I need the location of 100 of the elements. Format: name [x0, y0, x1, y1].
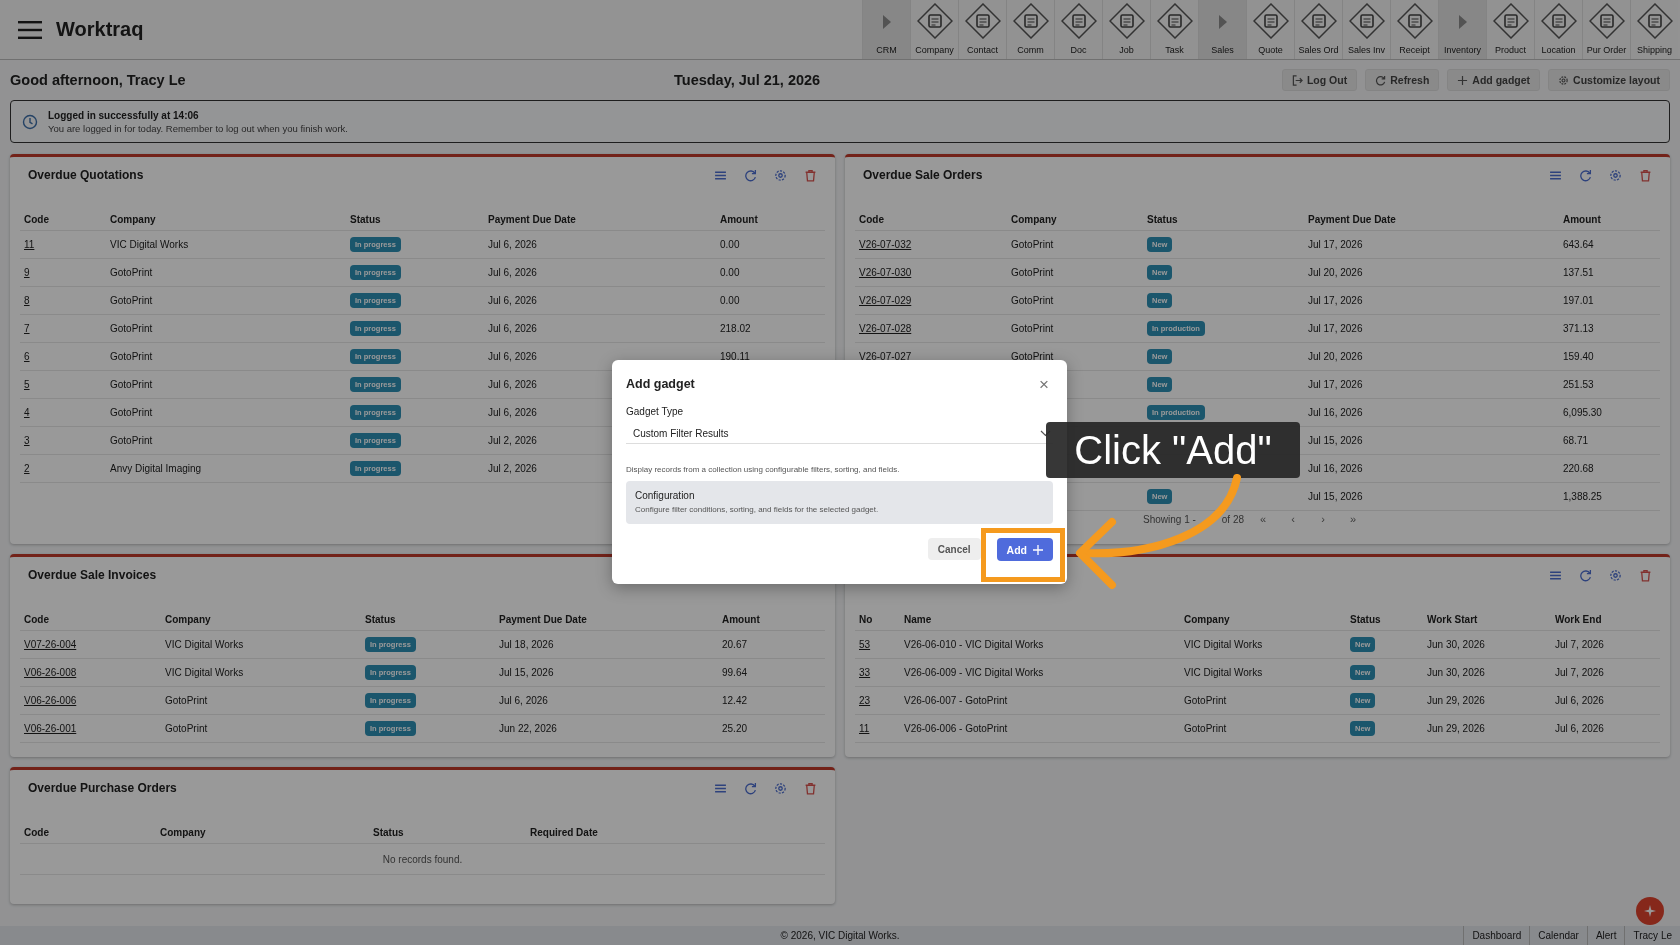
app-title: Worktraq — [56, 18, 144, 41]
table-cell: 220.68 — [1563, 463, 1594, 474]
empty-message: No records found. — [382, 853, 463, 865]
table-cell: 197.01 — [1563, 295, 1594, 306]
refresh-icon[interactable] — [744, 168, 757, 182]
record-link[interactable]: V06-26-008 — [24, 667, 77, 678]
record-link[interactable]: V07-26-004 — [24, 639, 77, 650]
table-cell: V26-06-006 - GotoPrint — [904, 723, 1008, 734]
table-cell: Jul 17, 2026 — [1308, 239, 1363, 250]
toolbar-button[interactable]: Customize layout — [1548, 69, 1670, 91]
table-cell: 218.02 — [720, 323, 751, 334]
record-link[interactable]: V26-07-032 — [859, 239, 912, 250]
pagination-text: Showing 1 - — [1143, 513, 1196, 525]
table-cell: Jul 15, 2026 — [1308, 491, 1363, 502]
record-link[interactable]: 33 — [859, 667, 871, 678]
add-button[interactable]: Add — [996, 538, 1053, 561]
trash-icon[interactable] — [804, 168, 817, 182]
table-cell: 251.53 — [1563, 379, 1594, 390]
description-text: Display records from a collection using configurable filters, sorting, and fields. — [626, 465, 901, 474]
record-link[interactable]: 53 — [859, 639, 871, 650]
pagination-button[interactable]: ‹ — [1278, 512, 1309, 526]
settings-icon[interactable] — [774, 168, 787, 182]
table-cell: GotoPrint — [1011, 323, 1054, 334]
table-cell: Jun 22, 2026 — [499, 723, 557, 734]
record-link[interactable]: V26-07-027 — [859, 351, 912, 362]
trash-icon[interactable] — [1639, 168, 1652, 182]
refresh-icon[interactable] — [1579, 168, 1592, 182]
column-header: No — [859, 613, 874, 625]
column-header: Company — [165, 613, 212, 625]
diamond-icon — [1396, 3, 1433, 39]
table-cell: VIC Digital Works — [1184, 639, 1263, 650]
record-link[interactable]: 9 — [24, 267, 30, 278]
trash-icon[interactable] — [1639, 568, 1652, 582]
table-cell: 1,388.25 — [1563, 491, 1602, 502]
column-header: Status — [365, 613, 397, 625]
footer-link[interactable]: Tracy Le — [1624, 926, 1680, 945]
footer-link[interactable]: Alert — [1586, 926, 1625, 945]
table-cell: V26-06-010 - VIC Digital Works — [904, 639, 1044, 650]
table-cell: 20.67 — [722, 639, 748, 650]
record-link[interactable]: 23 — [859, 695, 871, 706]
table-cell: VIC Digital Works — [165, 667, 244, 678]
column-header: Payment Due Date — [1308, 213, 1397, 225]
table-cell: Jul 16, 2026 — [1308, 407, 1363, 418]
trash-icon[interactable] — [804, 781, 817, 795]
record-link[interactable]: V26-07-030 — [859, 267, 912, 278]
table-cell: Jul 7, 2026 — [1555, 639, 1604, 650]
table-cell: GotoPrint — [165, 723, 208, 734]
modal-title: Add gadget — [626, 377, 695, 391]
cancel-button[interactable]: Cancel — [927, 538, 981, 560]
table-cell: GotoPrint — [165, 695, 208, 706]
table-cell: GotoPrint — [110, 267, 153, 278]
plus-icon — [1457, 74, 1469, 86]
record-link[interactable]: 5 — [24, 379, 30, 390]
table-cell: Jul 6, 2026 — [488, 351, 537, 362]
record-link[interactable]: 3 — [24, 435, 30, 446]
settings-icon[interactable] — [1609, 168, 1622, 182]
column-header: Name — [904, 613, 933, 625]
pagination-button[interactable]: › — [1308, 512, 1339, 526]
toolbar-button[interactable]: Add gadget — [1447, 69, 1541, 91]
footer-link[interactable]: Dashboard — [1463, 926, 1530, 945]
nav-section[interactable]: CRM — [862, 0, 910, 59]
record-link[interactable]: 2 — [24, 463, 30, 474]
table-cell: GotoPrint — [1011, 267, 1054, 278]
settings-icon[interactable] — [1609, 568, 1622, 582]
diamond-icon — [1300, 3, 1337, 39]
nav-section[interactable]: Inventory — [1438, 0, 1486, 59]
caret-icon — [882, 15, 891, 29]
toolbar-button[interactable]: Refresh — [1365, 69, 1440, 91]
nav-section[interactable]: Sales — [1198, 0, 1246, 59]
record-link[interactable]: 11 — [24, 239, 35, 250]
table-cell: 99.64 — [722, 667, 748, 678]
callout-label: Click "Add" — [1046, 422, 1300, 478]
toolbar-button[interactable]: Log Out — [1281, 69, 1358, 91]
record-link[interactable]: 11 — [859, 723, 870, 734]
footer-link[interactable]: Calendar — [1529, 926, 1587, 945]
table-cell: GotoPrint — [110, 435, 153, 446]
menu-icon[interactable] — [18, 20, 42, 39]
assistant-button[interactable] — [1636, 897, 1664, 925]
record-link[interactable]: 7 — [24, 323, 30, 334]
record-link[interactable]: 6 — [24, 351, 30, 362]
record-link[interactable]: V26-07-029 — [859, 295, 912, 306]
record-link[interactable]: V06-26-001 — [24, 723, 77, 734]
record-link[interactable]: V26-07-028 — [859, 323, 912, 334]
column-header: Work End — [1555, 613, 1603, 625]
table-cell: Jul 20, 2026 — [1308, 267, 1363, 278]
record-link[interactable]: V06-26-006 — [24, 695, 77, 706]
close-button[interactable]: × — [1035, 375, 1053, 393]
record-link[interactable]: 4 — [24, 407, 30, 418]
field-label: Gadget Type — [626, 406, 685, 417]
refresh-icon[interactable] — [1579, 568, 1592, 582]
column-header: Company — [160, 826, 207, 838]
record-link[interactable]: 8 — [24, 295, 30, 306]
pagination-button[interactable]: « — [1248, 512, 1279, 526]
pagination-button[interactable]: » — [1338, 512, 1369, 526]
table-cell: GotoPrint — [110, 295, 153, 306]
column-header: Amount — [722, 613, 761, 625]
refresh-icon[interactable] — [744, 781, 757, 795]
settings-icon[interactable] — [774, 781, 787, 795]
column-header: Status — [1350, 613, 1382, 625]
diamond-icon — [1108, 3, 1145, 39]
